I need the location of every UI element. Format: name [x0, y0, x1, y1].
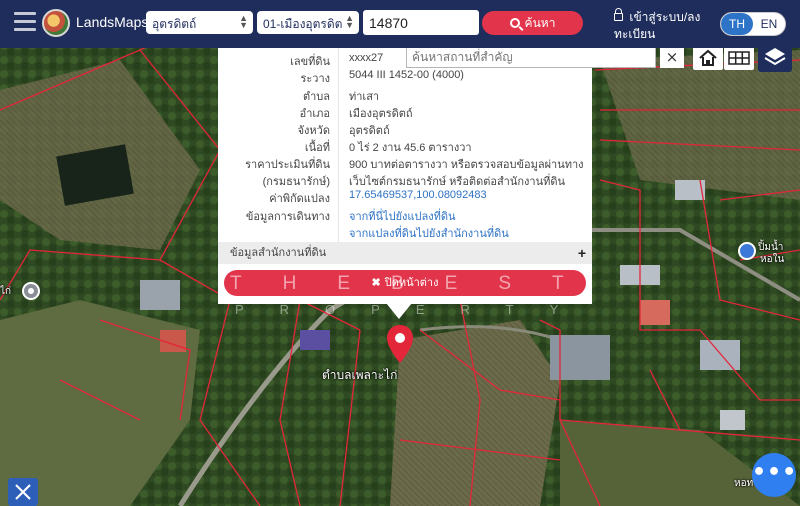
info-value: เว็บไซต์กรมธนารักษ์ หรือติดต่อสำนักงานที…: [349, 176, 566, 188]
info-value: 0 ไร่ 2 งาน 45.6 ตารางวา: [349, 142, 472, 154]
measure-button[interactable]: [8, 478, 38, 506]
district-select-value: 01-เมืองอุตรดิต: [263, 17, 343, 31]
info-value: 900 บาทต่อตารางวา หรือตรวจสอบข้อมูลผ่านท…: [349, 159, 584, 171]
info-row-map-sheet: ระวาง 5044 III 1452-00 (4000): [218, 69, 592, 86]
info-row-appraisal: ราคาประเมินที่ดิน 900 บาทต่อตารางวา หรือ…: [218, 155, 592, 172]
parcel-info-popup: เลขที่ดิน xxxx27 ระวาง 5044 III 1452-00 …: [218, 48, 592, 304]
lang-th-button[interactable]: TH: [721, 13, 753, 35]
info-row-province: จังหวัด อุตรดิตถ์: [218, 121, 592, 138]
info-label: ระวาง: [300, 73, 330, 85]
district-select[interactable]: 01-เมืองอุตรดิต ▲ ▼: [257, 11, 359, 34]
top-navbar: LandsMaps อุตรดิตถ์ ▲ ▼ 01-เมืองอุตรดิต ▲…: [0, 0, 800, 48]
info-row-subdistrict: ตำบล ท่าเสา: [218, 87, 592, 104]
shopping-cart-icon[interactable]: [738, 242, 756, 260]
info-label: ข้อมูลการเดินทาง: [245, 211, 330, 223]
info-label: ค่าพิกัดแปลง: [269, 193, 330, 205]
brand-name[interactable]: LandsMaps: [76, 14, 148, 30]
search-button-label: ค้นหา: [524, 16, 556, 30]
info-row-directions-office: จากแปลงที่ดินไปยังสำนักงานที่ดิน: [218, 224, 592, 241]
info-row-district: อำเภอ เมืองอุตรดิตถ์: [218, 104, 592, 121]
info-label: (กรมธนารักษ์): [262, 176, 330, 188]
search-button[interactable]: ค้นหา: [482, 11, 583, 35]
home-icon: [699, 49, 717, 66]
hamburger-icon[interactable]: [14, 12, 36, 34]
info-label: ราคาประเมินที่ดิน: [245, 159, 330, 171]
coordinates-link[interactable]: 17.65469537,100.08092483: [349, 189, 589, 201]
directions-to-office-link[interactable]: จากแปลงที่ดินไปยังสำนักงานที่ดิน: [349, 224, 589, 242]
info-value: เมืองอุตรดิตถ์: [349, 108, 413, 120]
expand-icon[interactable]: +: [578, 242, 586, 264]
info-value: 5044 III 1452-00 (4000): [349, 69, 464, 81]
close-icon: ✖: [371, 277, 381, 289]
logo[interactable]: [42, 9, 70, 37]
map-pin-icon[interactable]: [385, 324, 415, 364]
lang-en-button[interactable]: EN: [753, 13, 785, 35]
parcel-map-label: ตำบลเพลาะไก่: [322, 368, 398, 382]
close-icon[interactable]: ×: [660, 46, 684, 68]
popup-pointer: [386, 303, 412, 319]
poi-label: หอท: [734, 478, 754, 489]
more-options-button[interactable]: •••: [752, 453, 796, 497]
grid-button[interactable]: [724, 46, 754, 70]
province-select[interactable]: อุตรดิตถ์ ▲ ▼: [146, 11, 253, 34]
close-window-button[interactable]: ✖ ปิดหน้าต่าง: [224, 270, 586, 296]
poi-label: ไก่: [0, 286, 12, 297]
search-icon: [509, 18, 520, 28]
info-label: ตำบล: [302, 91, 330, 103]
more-icon: •••: [752, 460, 798, 485]
parcel-search-input[interactable]: [363, 10, 479, 35]
lock-icon: [614, 8, 623, 21]
land-office-section[interactable]: ข้อมูลสำนักงานที่ดิน +: [218, 242, 592, 264]
info-row-coordinates: ค่าพิกัดแปลง 17.65469537,100.08092483: [218, 189, 592, 206]
info-row-directions: ข้อมูลการเดินทาง จากที่นี่ไปยังแปลงที่ดิ…: [218, 207, 592, 224]
login-label: เข้าสู่ระบบ/ลงทะเบียน: [614, 10, 701, 41]
poi-label: หอใน: [760, 254, 785, 265]
language-toggle[interactable]: TH EN: [720, 12, 786, 36]
info-value: ท่าเสา: [349, 91, 380, 103]
land-office-label: ข้อมูลสำนักงานที่ดิน: [230, 247, 327, 259]
province-select-value: อุตรดิตถ์: [152, 17, 197, 31]
home-button[interactable]: [693, 46, 723, 70]
info-label: จังหวัด: [297, 125, 330, 137]
chevron-updown-icon: ▲ ▼: [345, 13, 354, 30]
directions-to-parcel-link[interactable]: จากที่นี่ไปยังแปลงที่ดิน: [349, 207, 589, 225]
info-value: อุตรดิตถ์: [349, 125, 390, 137]
measure-icon: [15, 484, 31, 500]
close-window-label: ปิดหน้าต่าง: [384, 277, 439, 289]
place-search-input[interactable]: [406, 46, 656, 68]
login-register-link[interactable]: เข้าสู่ระบบ/ลงทะเบียน: [614, 8, 706, 43]
poi-pin-icon[interactable]: [22, 282, 40, 300]
chevron-updown-icon: ▲ ▼: [239, 13, 248, 30]
info-label: เนื้อที่: [304, 142, 330, 154]
grid-icon: [728, 51, 750, 65]
info-label: เลขที่ดิน: [290, 56, 330, 68]
info-label: อำเภอ: [299, 108, 330, 120]
info-row-area: เนื้อที่ 0 ไร่ 2 งาน 45.6 ตารางวา: [218, 138, 592, 155]
info-row-treasury: (กรมธนารักษ์) เว็บไซต์กรมธนารักษ์ หรือติ…: [218, 172, 592, 189]
